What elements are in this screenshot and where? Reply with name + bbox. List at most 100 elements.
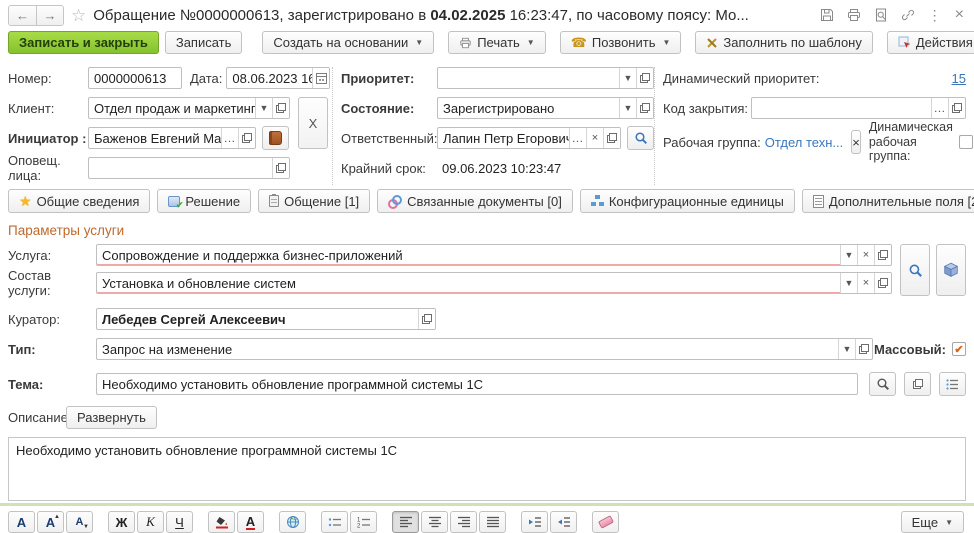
format-more-button[interactable]: Еще▼ — [901, 511, 964, 533]
open-icon[interactable] — [603, 128, 620, 148]
workgroup-link[interactable]: Отдел техн... — [765, 135, 843, 150]
actions-button[interactable]: Действия — [887, 31, 974, 54]
open-icon[interactable] — [948, 98, 965, 118]
align-justify-button[interactable] — [479, 511, 506, 533]
curator-field[interactable]: Лебедев Сергей Алексеевич — [96, 308, 436, 330]
print-icon[interactable] — [847, 8, 861, 22]
choose-icon[interactable]: … — [569, 128, 586, 148]
dropdown-icon[interactable]: ▼ — [840, 273, 857, 293]
link-icon[interactable] — [901, 8, 915, 22]
align-right-button[interactable] — [450, 511, 477, 533]
client-input[interactable]: Отдел продаж и маркетинга — [89, 101, 255, 116]
close-code-field[interactable]: … — [751, 97, 966, 119]
notify-persons-field[interactable] — [88, 157, 290, 179]
font-size-decrease-button[interactable]: А▼ — [66, 511, 93, 533]
open-icon[interactable] — [272, 158, 289, 178]
save-icon[interactable] — [820, 8, 834, 22]
mass-checkbox[interactable] — [952, 342, 966, 356]
open-icon[interactable] — [272, 98, 289, 118]
open-icon[interactable] — [636, 68, 653, 88]
open-icon[interactable] — [874, 273, 891, 293]
address-book-button[interactable] — [262, 126, 289, 150]
description-editor[interactable]: Необходимо установить обновление програм… — [8, 437, 966, 501]
print-button[interactable]: Печать▼ — [448, 31, 546, 54]
create-based-on-button[interactable]: Создать на основании▼ — [262, 31, 434, 54]
indent-decrease-button[interactable] — [550, 511, 577, 533]
dynamic-workgroup-checkbox[interactable] — [959, 135, 973, 149]
preview-icon[interactable] — [874, 8, 888, 22]
state-field[interactable]: Зарегистрировано ▼ — [437, 97, 654, 119]
fill-by-template-button[interactable]: Заполнить по шаблону — [695, 31, 872, 54]
more-menu-icon[interactable]: ⋮ — [928, 8, 942, 22]
dropdown-icon[interactable]: ▼ — [840, 245, 857, 265]
bullet-list-button[interactable] — [321, 511, 348, 533]
insert-link-button[interactable] — [279, 511, 306, 533]
subject-input[interactable]: Необходимо установить обновление програм… — [97, 377, 857, 392]
type-input[interactable]: Запрос на изменение — [97, 342, 838, 357]
tab-linked-documents[interactable]: Связанные документы [0] — [377, 189, 573, 213]
dropdown-icon[interactable]: ▼ — [255, 98, 272, 118]
clear-icon[interactable]: × — [857, 245, 874, 265]
subject-open-button[interactable] — [904, 372, 931, 396]
save-button[interactable]: Записать — [165, 31, 243, 54]
text-color-button[interactable]: А — [237, 511, 264, 533]
initiator-input[interactable]: Баженов Евгений Мак — [89, 131, 221, 146]
indent-increase-button[interactable] — [521, 511, 548, 533]
tab-solution[interactable]: Решение — [157, 189, 251, 213]
close-icon[interactable]: × — [955, 7, 964, 23]
responsible-field[interactable]: Лапин Петр Егорович … × — [437, 127, 621, 149]
subject-search-button[interactable] — [869, 372, 896, 396]
service-field[interactable]: Сопровождение и поддержка бизнес-приложе… — [96, 244, 892, 266]
choose-icon[interactable]: … — [221, 128, 238, 148]
responsible-search-button[interactable] — [627, 126, 654, 150]
open-icon[interactable] — [636, 98, 653, 118]
calendar-icon[interactable] — [312, 68, 329, 88]
client-field[interactable]: Отдел продаж и маркетинга ▼ — [88, 97, 290, 119]
highlight-color-button[interactable] — [208, 511, 235, 533]
font-button[interactable]: А — [8, 511, 35, 533]
date-field[interactable]: 08.06.2023 16:23:47 — [226, 67, 330, 89]
workgroup-clear-button[interactable]: × — [851, 130, 861, 154]
composition-input[interactable]: Установка и обновление систем — [97, 276, 840, 291]
open-icon[interactable] — [874, 245, 891, 265]
tab-configuration-units[interactable]: Конфигурационные единицы — [580, 189, 795, 213]
open-icon[interactable] — [855, 339, 872, 359]
numbered-list-button[interactable]: 12 — [350, 511, 377, 533]
priority-field[interactable]: ▼ — [437, 67, 654, 89]
align-center-button[interactable] — [421, 511, 448, 533]
save-and-close-button[interactable]: Записать и закрыть — [8, 31, 159, 54]
open-icon[interactable] — [238, 128, 255, 148]
initiator-field[interactable]: Баженов Евгений Мак … — [88, 127, 256, 149]
service-catalog-button[interactable] — [936, 244, 966, 296]
call-button[interactable]: ☎Позвонить▼ — [560, 31, 682, 54]
clear-initiator-button[interactable]: X — [298, 97, 328, 149]
dropdown-icon[interactable]: ▼ — [619, 98, 636, 118]
align-left-button[interactable] — [392, 511, 419, 533]
subject-field[interactable]: Необходимо установить обновление програм… — [96, 373, 858, 395]
clear-icon[interactable]: × — [586, 128, 603, 148]
bold-button[interactable]: Ж — [108, 511, 135, 533]
italic-button[interactable]: К — [137, 511, 164, 533]
dropdown-icon[interactable]: ▼ — [619, 68, 636, 88]
tab-extra-fields[interactable]: Дополнительные поля [2] — [802, 189, 974, 213]
service-search-button[interactable] — [900, 244, 930, 296]
curator-input[interactable]: Лебедев Сергей Алексеевич — [97, 312, 418, 327]
subject-list-button[interactable] — [939, 372, 966, 396]
tab-communication[interactable]: Общение [1] — [258, 189, 370, 213]
underline-button[interactable]: Ч — [166, 511, 193, 533]
dropdown-icon[interactable]: ▼ — [838, 339, 855, 359]
open-icon[interactable] — [418, 309, 435, 329]
expand-button[interactable]: Развернуть — [66, 406, 157, 429]
forward-button[interactable]: → — [36, 6, 63, 25]
tab-general-info[interactable]: ★Общие сведения — [8, 189, 150, 213]
number-field[interactable]: 0000000613 — [88, 67, 182, 89]
service-input[interactable]: Сопровождение и поддержка бизнес-приложе… — [97, 248, 840, 263]
responsible-input[interactable]: Лапин Петр Егорович — [438, 131, 569, 146]
date-input[interactable]: 08.06.2023 16:23:47 — [227, 71, 312, 86]
choose-icon[interactable]: … — [931, 98, 948, 118]
state-input[interactable]: Зарегистрировано — [438, 101, 619, 116]
back-button[interactable]: ← — [9, 6, 36, 25]
dynamic-priority-link[interactable]: 15 — [952, 71, 966, 86]
number-input[interactable]: 0000000613 — [89, 71, 181, 86]
clear-icon[interactable]: × — [857, 273, 874, 293]
